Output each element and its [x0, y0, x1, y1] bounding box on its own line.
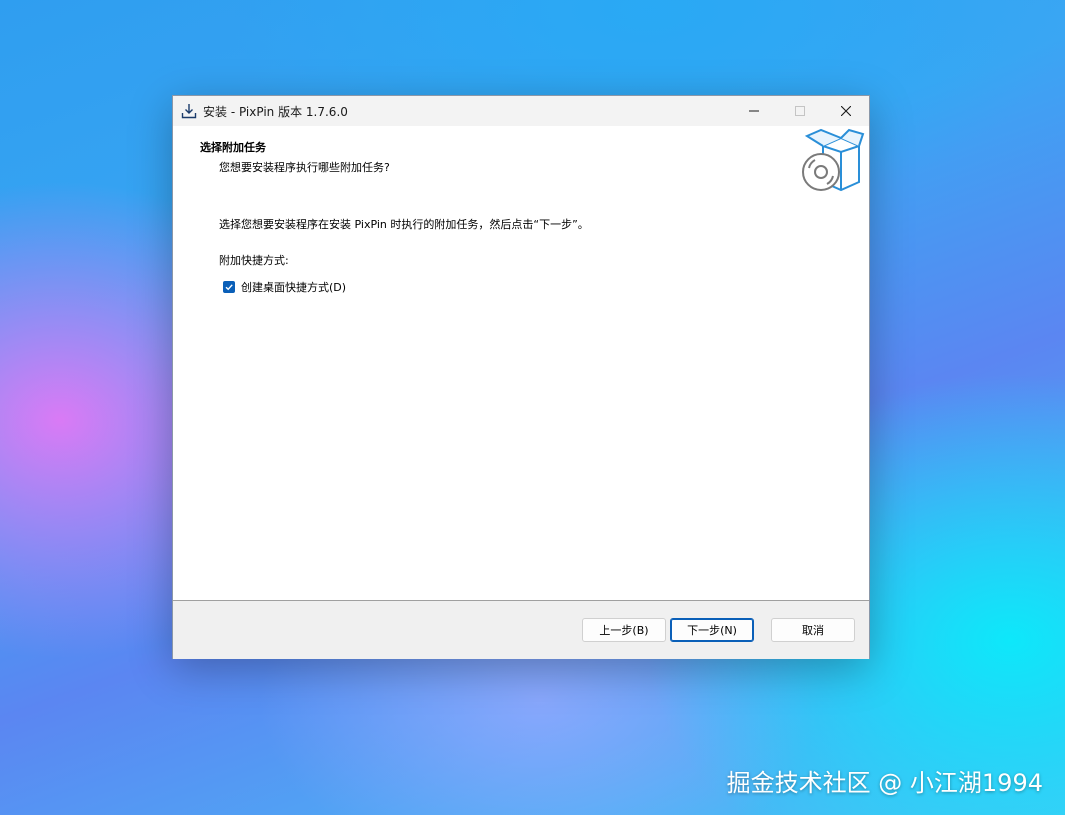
- shortcut-group-label: 附加快捷方式:: [219, 254, 289, 267]
- watermark: 掘金技术社区 @ 小江湖1994: [726, 769, 1043, 797]
- title-bar[interactable]: 安装 - PixPin 版本 1.7.6.0: [173, 96, 869, 126]
- close-icon: [841, 106, 851, 116]
- close-button[interactable]: [823, 96, 869, 126]
- next-button[interactable]: 下一步(N): [670, 618, 754, 642]
- instructions-text: 选择您想要安装程序在安装 PixPin 时执行的附加任务，然后点击“下一步”。: [219, 218, 589, 231]
- checkmark-icon: [225, 284, 233, 291]
- window-title: 安装 - PixPin 版本 1.7.6.0: [203, 104, 348, 119]
- installer-window: 安装 - PixPin 版本 1.7.6.0 选择附加任务 您想要安装程序执行哪…: [172, 95, 870, 659]
- desktop-shortcut-label: 创建桌面快捷方式(D): [241, 281, 347, 294]
- minimize-button[interactable]: [731, 96, 777, 126]
- installer-download-icon: [181, 103, 197, 119]
- maximize-icon: [795, 106, 805, 116]
- window-controls: [731, 96, 869, 126]
- back-button[interactable]: 上一步(B): [582, 618, 666, 642]
- cancel-button[interactable]: 取消: [771, 618, 855, 642]
- box-disc-icon: [801, 128, 865, 194]
- desktop-shortcut-checkbox[interactable]: [223, 281, 235, 293]
- button-bar: 上一步(B) 下一步(N) 取消: [173, 600, 869, 659]
- maximize-button[interactable]: [777, 96, 823, 126]
- minimize-icon: [749, 110, 759, 112]
- page-subtitle: 您想要安装程序执行哪些附加任务?: [219, 161, 390, 174]
- desktop-shortcut-option[interactable]: 创建桌面快捷方式(D): [223, 279, 346, 295]
- page-title: 选择附加任务: [200, 141, 266, 154]
